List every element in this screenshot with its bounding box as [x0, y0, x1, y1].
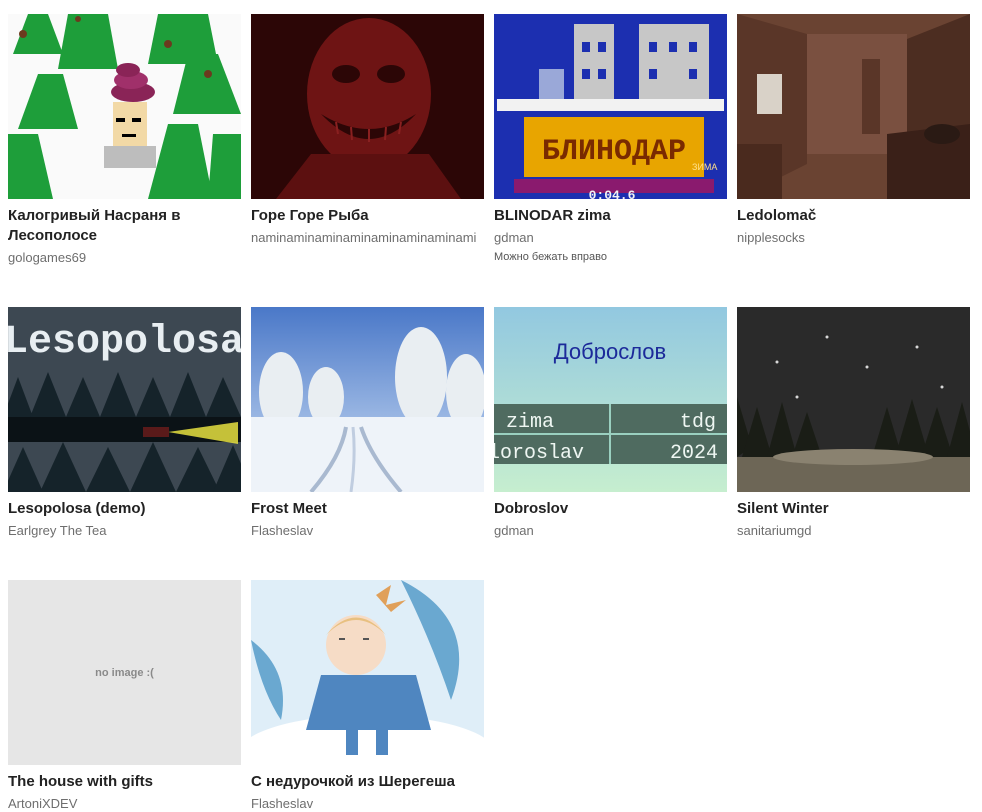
thumb-timer-text: 0:04.6 [589, 188, 636, 199]
game-thumbnail[interactable]: Lesopolosa [8, 307, 241, 492]
game-title[interactable]: Ledolomač [737, 206, 970, 226]
thumb-cell-text: tdg [680, 411, 716, 434]
game-card[interactable]: Калогривый Насраня в Лесополосе gologame… [8, 14, 241, 266]
game-author[interactable]: gologames69 [8, 249, 241, 266]
thumb-cell-text: zima [506, 411, 554, 434]
game-author[interactable]: naminaminaminaminaminaminaminami [251, 229, 484, 246]
game-author[interactable]: sanitariumgd [737, 522, 970, 539]
game-thumbnail[interactable] [251, 580, 484, 765]
game-author[interactable]: nipplesocks [737, 229, 970, 246]
game-thumbnail[interactable]: no image :( [8, 580, 241, 765]
thumb-logo-text: Lesopolosa [8, 320, 241, 365]
game-title[interactable]: BLINODAR zima [494, 206, 727, 226]
game-thumbnail[interactable]: БЛИНОДАР ЗИМА 0:04.6 [494, 14, 727, 199]
game-card[interactable]: Frost Meet Flasheslav [251, 307, 484, 539]
game-thumbnail[interactable] [737, 14, 970, 199]
game-title[interactable]: Silent Winter [737, 499, 970, 519]
game-card[interactable]: Доброслов zima tdg loroslav 2024 Dobrosl… [494, 307, 727, 539]
game-card[interactable]: no image :( The house with gifts ArtoniX… [8, 580, 241, 812]
game-thumbnail[interactable] [737, 307, 970, 492]
thumb-heading-text: Доброслов [554, 339, 666, 364]
game-thumbnail[interactable]: Доброслов zima tdg loroslav 2024 [494, 307, 727, 492]
game-card[interactable]: Ledolomač nipplesocks [737, 14, 970, 246]
game-author[interactable]: Earlgrey The Tea [8, 522, 241, 539]
thumb-logo-text: БЛИНОДАР [542, 135, 686, 169]
game-title[interactable]: Dobroslov [494, 499, 727, 519]
game-card[interactable]: БЛИНОДАР ЗИМА 0:04.6 BLINODAR zima gdman… [494, 14, 727, 264]
game-author[interactable]: Flasheslav [251, 795, 484, 812]
game-title[interactable]: Горе Горе Рыба [251, 206, 484, 226]
game-thumbnail[interactable] [8, 14, 241, 199]
game-title[interactable]: Калогривый Насраня в Лесополосе [8, 206, 241, 246]
game-title[interactable]: Frost Meet [251, 499, 484, 519]
thumb-zima-text: ЗИМА [692, 162, 717, 172]
game-author[interactable]: Flasheslav [251, 522, 484, 539]
game-author[interactable]: ArtoniXDEV [8, 795, 241, 812]
game-title[interactable]: С недурочкой из Шерегеша [251, 772, 484, 792]
game-title[interactable]: The house with gifts [8, 772, 241, 792]
game-card[interactable]: С недурочкой из Шерегеша Flasheslav [251, 580, 484, 812]
game-card[interactable]: Горе Горе Рыба naminaminaminaminaminamin… [251, 14, 484, 246]
thumb-cell-text: 2024 [670, 442, 718, 465]
game-card[interactable]: Lesopolosa Lesopolosa (demo) Earlgrey Th… [8, 307, 241, 539]
thumb-cell-text: loroslav [494, 442, 584, 465]
game-author[interactable]: gdman [494, 522, 727, 539]
game-description: Можно бежать вправо [494, 251, 607, 263]
game-title[interactable]: Lesopolosa (demo) [8, 499, 241, 519]
no-image-placeholder: no image :( [8, 580, 241, 765]
game-author[interactable]: gdman [494, 229, 727, 246]
game-card[interactable]: Silent Winter sanitariumgd [737, 307, 970, 539]
game-thumbnail[interactable] [251, 14, 484, 199]
game-thumbnail[interactable] [251, 307, 484, 492]
